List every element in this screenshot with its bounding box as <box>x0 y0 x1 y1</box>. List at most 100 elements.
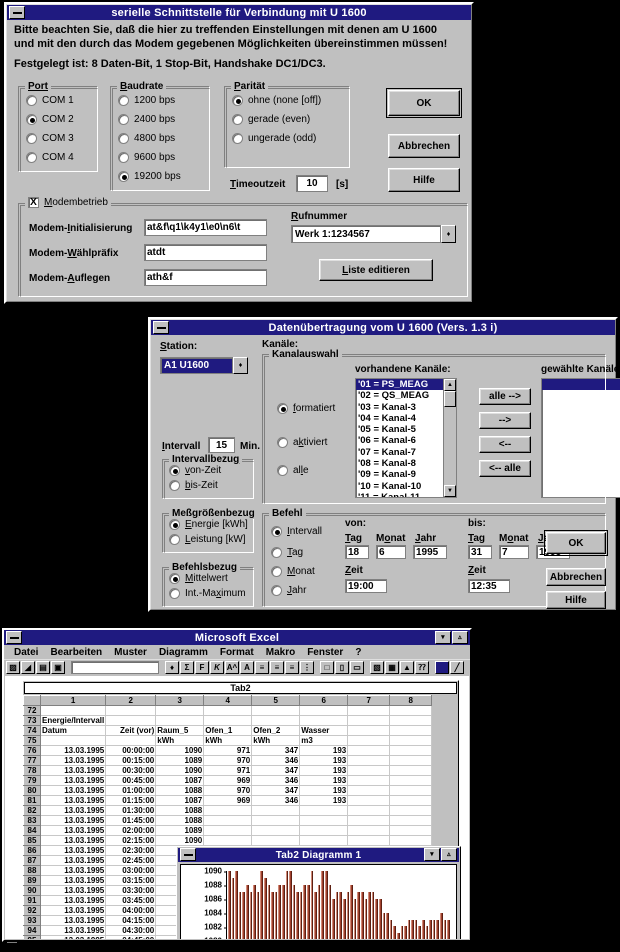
table-cell[interactable] <box>299 815 349 826</box>
radio-monat[interactable]: Monat <box>271 566 315 577</box>
table-cell[interactable] <box>39 735 107 746</box>
table-cell[interactable] <box>389 725 433 736</box>
menu-item-makro[interactable]: Makro <box>260 647 301 658</box>
table-cell[interactable]: kWh <box>251 735 301 746</box>
table-cell[interactable]: 970 <box>203 755 253 766</box>
table-cell[interactable]: 1089 <box>155 825 205 836</box>
table-cell[interactable]: 13.03.1995 <box>39 775 107 786</box>
table-cell[interactable] <box>347 765 391 776</box>
table-cell[interactable]: 193 <box>299 745 349 756</box>
table-cell[interactable]: 13.03.1995 <box>39 805 107 816</box>
table-cell[interactable]: kWh <box>203 735 253 746</box>
chevron-down-icon[interactable]: ♦ <box>233 357 248 374</box>
select-all-corner[interactable] <box>23 695 41 706</box>
no-border-icon[interactable]: ▭ <box>350 661 364 674</box>
system-menu-icon[interactable] <box>6 631 22 644</box>
table-row[interactable]: 77 13.03.1995 00:15:00 1089 970 346 193 <box>23 755 433 766</box>
table-cell[interactable]: 13.03.1995 <box>39 925 107 936</box>
row-header[interactable]: 81 <box>23 795 41 806</box>
system-menu-icon[interactable] <box>9 6 25 19</box>
chart-minimize-button[interactable]: ▾ <box>424 848 440 861</box>
transfer-help-button[interactable]: Hilfe <box>546 591 606 609</box>
table-cell[interactable] <box>105 705 157 716</box>
menu-item-datei[interactable]: Datei <box>8 647 44 658</box>
radio-mittelwert[interactable]: Mittelwert <box>169 573 228 584</box>
table-cell[interactable]: 13.03.1995 <box>39 915 107 926</box>
table-cell[interactable]: 970 <box>203 785 253 796</box>
table-cell[interactable]: 193 <box>299 775 349 786</box>
table-cell[interactable]: 04:15:00 <box>105 915 157 926</box>
table-cell[interactable]: 13.03.1995 <box>39 895 107 906</box>
radio-int-maximum[interactable]: Int.-Maximum <box>169 588 246 599</box>
table-cell[interactable] <box>347 825 391 836</box>
table-cell[interactable] <box>155 705 205 716</box>
table-cell[interactable]: 02:15:00 <box>105 835 157 846</box>
table-cell[interactable]: 01:00:00 <box>105 785 157 796</box>
table-row[interactable]: 82 13.03.1995 01:30:00 1088 <box>23 805 433 816</box>
table-cell[interactable]: 13.03.1995 <box>39 755 107 766</box>
table-cell[interactable]: 193 <box>299 765 349 776</box>
table-cell[interactable]: 1089 <box>155 755 205 766</box>
modem-prefix-input[interactable]: atdt <box>144 244 267 261</box>
table-cell[interactable]: 04:45:00 <box>105 935 157 939</box>
column-header[interactable]: 5 <box>251 695 301 706</box>
from-month-input[interactable]: 6 <box>376 545 406 559</box>
table-cell[interactable] <box>299 705 349 716</box>
table-cell[interactable] <box>389 765 433 776</box>
column-header[interactable]: 6 <box>299 695 349 706</box>
table-cell[interactable] <box>347 725 391 736</box>
chevron-down-icon[interactable]: ♦ <box>441 225 456 243</box>
table-cell[interactable] <box>203 805 253 816</box>
radio-1200-bps[interactable]: 1200 bps <box>118 95 175 106</box>
interval-input[interactable]: 15 <box>208 437 235 453</box>
row-header[interactable]: 73 <box>23 715 41 726</box>
table-cell[interactable]: 03:15:00 <box>105 875 157 886</box>
row-header[interactable]: 85 <box>23 835 41 846</box>
table-cell[interactable]: 346 <box>251 795 301 806</box>
radio-9600-bps[interactable]: 9600 bps <box>118 152 175 163</box>
chart-wizard-icon[interactable]: ▲ <box>400 661 414 674</box>
table-cell[interactable]: 13.03.1995 <box>39 745 107 756</box>
table-cell[interactable]: 03:45:00 <box>105 895 157 906</box>
radio-intervall[interactable]: Intervall <box>271 526 322 537</box>
table-row[interactable]: 75 kWh kWh kWh m3 <box>23 735 433 746</box>
table-cell[interactable] <box>39 705 107 716</box>
table-cell[interactable]: 13.03.1995 <box>39 865 107 876</box>
table-cell[interactable]: 1088 <box>155 785 205 796</box>
table-cell[interactable]: 13.03.1995 <box>39 815 107 826</box>
table-cell[interactable]: 04:30:00 <box>105 925 157 936</box>
table-cell[interactable]: 13.03.1995 <box>39 835 107 846</box>
table-cell[interactable]: Ofen_1 <box>203 725 253 736</box>
row-header[interactable]: 86 <box>23 845 41 856</box>
radio-parity-even[interactable]: gerade (even) <box>232 114 310 125</box>
from-day-input[interactable]: 18 <box>345 545 369 559</box>
table-cell[interactable]: 13.03.1995 <box>39 855 107 866</box>
table-cell[interactable] <box>299 835 349 846</box>
radio-von-zeit[interactable]: von-Zeit <box>169 465 221 476</box>
radio-alle[interactable]: alle <box>277 465 309 476</box>
table-row[interactable]: 81 13.03.1995 01:15:00 1087 969 346 193 <box>23 795 433 806</box>
radio-com-3[interactable]: COM 3 <box>26 133 74 144</box>
table-cell[interactable]: 13.03.1995 <box>39 785 107 796</box>
list-item[interactable] <box>542 379 620 391</box>
menu-item-muster[interactable]: Muster <box>108 647 153 658</box>
list-item[interactable]: '11 = Kanal-11 <box>356 492 443 497</box>
table-cell[interactable]: 00:30:00 <box>105 765 157 776</box>
row-header[interactable]: 79 <box>23 775 41 786</box>
modembetrieb-checkbox[interactable]: X Modembetrieb <box>25 197 111 208</box>
pen-icon[interactable]: ╱ <box>450 661 464 674</box>
table-cell[interactable]: 13.03.1995 <box>39 795 107 806</box>
table-cell[interactable] <box>347 735 391 746</box>
radio-4800-bps[interactable]: 4800 bps <box>118 133 175 144</box>
table-cell[interactable] <box>389 715 433 726</box>
menu-item-format[interactable]: Format <box>214 647 260 658</box>
available-channels-listbox[interactable]: '01 = PS_MEAG '02 = QS_MEAG '03 = Kanal-3 '… <box>355 378 457 498</box>
outline-border-icon[interactable]: □ <box>320 661 334 674</box>
row-header[interactable]: 95 <box>23 935 41 939</box>
radio-19200-bps[interactable]: 19200 bps <box>118 171 181 182</box>
table-cell[interactable] <box>389 735 433 746</box>
table-cell[interactable]: 1090 <box>155 835 205 846</box>
radio-jahr[interactable]: Jahr <box>271 585 306 596</box>
table-cell[interactable] <box>347 745 391 756</box>
table-row[interactable]: 74 Datum Zeit (vor) Raum_5 Ofen_1 Ofen_2 Wasse… <box>23 725 433 736</box>
